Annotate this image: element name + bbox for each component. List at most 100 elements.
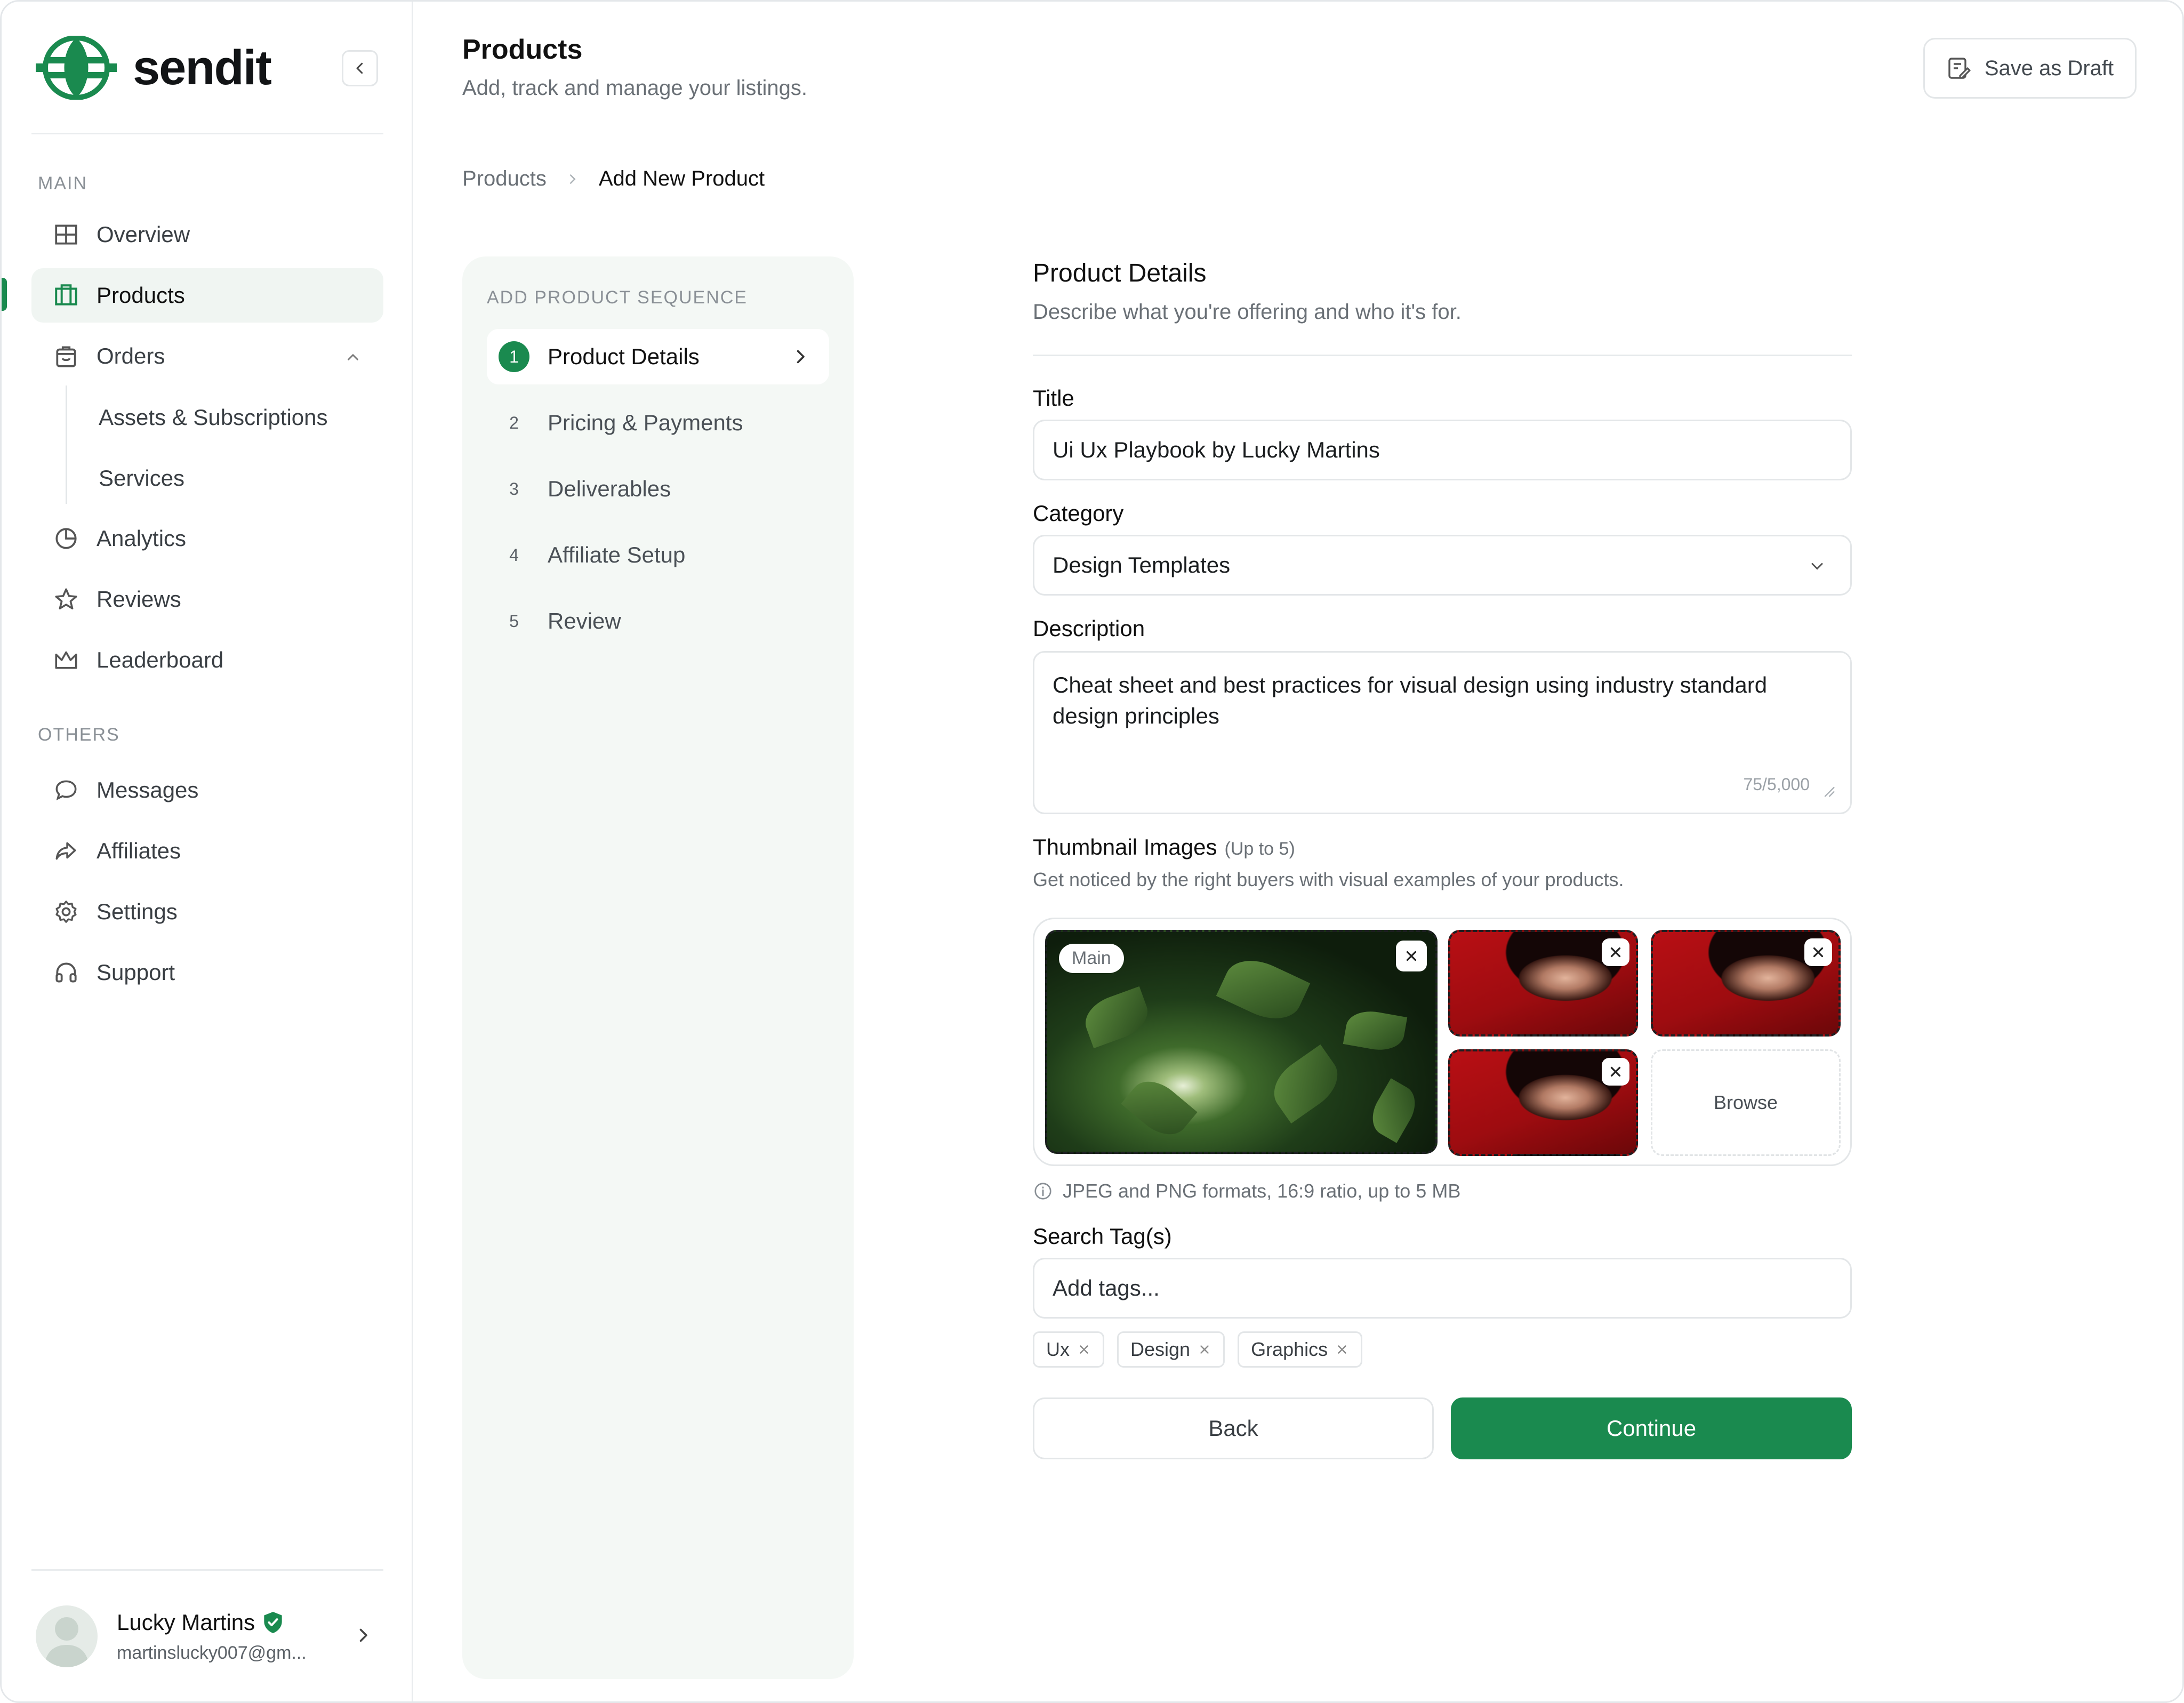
continue-button[interactable]: Continue <box>1451 1397 1852 1459</box>
sidebar-item-overview[interactable]: Overview <box>31 207 383 262</box>
remove-image-button[interactable] <box>1602 1058 1629 1086</box>
step-label: Review <box>548 608 621 633</box>
step-label: Product Details <box>548 344 700 369</box>
user-email: martinslucky007@gm... <box>117 1642 307 1663</box>
sidebar-divider <box>31 133 383 134</box>
format-info-text: JPEG and PNG formats, 16:9 ratio, up to … <box>1063 1180 1461 1202</box>
thumbnail-main-image[interactable]: Main <box>1045 930 1438 1154</box>
close-icon[interactable] <box>1077 1343 1091 1356</box>
step-label: Deliverables <box>548 476 671 501</box>
sidebar-item-settings[interactable]: Settings <box>31 885 383 939</box>
close-icon[interactable] <box>1335 1343 1349 1356</box>
close-icon[interactable] <box>1198 1343 1211 1356</box>
thumbnail-image-4[interactable] <box>1448 1049 1638 1156</box>
sidebar-subitem-assets[interactable]: Assets & Subscriptions <box>99 405 328 430</box>
thumbnails-hint: (Up to 5) <box>1224 839 1295 859</box>
category-label: Category <box>1033 501 1124 526</box>
page-title: Products <box>462 34 583 65</box>
sidebar: sendit MAIN Overview Products Orders Ass… <box>2 2 413 1701</box>
sidebar-item-label: Affiliates <box>97 838 181 863</box>
sidebar-item-analytics[interactable]: Analytics <box>31 511 383 566</box>
tag-chip-label: Graphics <box>1251 1338 1328 1360</box>
step-label: Pricing & Payments <box>548 410 743 435</box>
collapse-sidebar-button[interactable] <box>342 50 378 86</box>
sidebar-item-label: Messages <box>97 777 199 802</box>
shopping-bag-icon <box>53 343 79 369</box>
thumbnail-image-2[interactable] <box>1448 930 1638 1037</box>
sidebar-item-leaderboard[interactable]: Leaderboard <box>31 633 383 687</box>
step-review[interactable]: 5 Review <box>487 593 829 649</box>
section-label-others: OTHERS <box>38 725 120 745</box>
close-icon <box>1406 951 1417 961</box>
sidebar-item-label: Overview <box>97 222 190 247</box>
close-icon <box>1813 947 1824 958</box>
tag-chip[interactable]: Ux <box>1033 1331 1104 1368</box>
title-label: Title <box>1033 385 1074 411</box>
form-heading: Product Details <box>1033 259 1207 287</box>
sidebar-item-orders[interactable]: Orders <box>31 329 383 383</box>
sidebar-item-messages[interactable]: Messages <box>31 763 383 817</box>
back-button[interactable]: Back <box>1033 1397 1434 1459</box>
brand-name: sendit <box>133 40 272 95</box>
title-input[interactable]: Ui Ux Playbook by Lucky Martins <box>1033 420 1852 480</box>
sidebar-subitem-services[interactable]: Services <box>99 465 184 491</box>
step-number: 2 <box>509 413 519 432</box>
character-counter: 75/5,000 <box>1743 775 1810 794</box>
chevron-left-icon <box>356 62 363 74</box>
step-affiliate-setup[interactable]: 4 Affiliate Setup <box>487 527 829 583</box>
chevron-right-icon <box>797 350 805 364</box>
headphones-icon <box>53 959 79 986</box>
verified-shield-icon <box>264 1611 282 1633</box>
step-label: Affiliate Setup <box>548 542 686 567</box>
form-divider <box>1033 355 1852 356</box>
remove-image-button[interactable] <box>1804 938 1832 966</box>
sidebar-item-label: Reviews <box>97 587 181 612</box>
tag-chips: Ux Design Graphics <box>1033 1331 1363 1368</box>
star-icon <box>53 586 79 613</box>
sidebar-item-label: Orders <box>97 343 165 368</box>
tag-chip[interactable]: Design <box>1117 1331 1225 1368</box>
category-value: Design Templates <box>1053 552 1231 577</box>
sidebar-item-affiliates[interactable]: Affiliates <box>31 824 383 878</box>
page-subtitle: Add, track and manage your listings. <box>462 76 808 100</box>
user-name: Lucky Martins <box>117 1609 255 1635</box>
thumbnails-description: Get noticed by the right buyers with vis… <box>1033 869 1624 890</box>
user-profile[interactable]: Lucky Martins martinslucky007@gm... <box>36 1604 382 1668</box>
step-number: 5 <box>509 611 519 631</box>
sidebar-divider <box>31 1569 383 1571</box>
step-pricing-payments[interactable]: 2 Pricing & Payments <box>487 395 829 451</box>
submenu-line <box>66 385 67 504</box>
step-number: 3 <box>509 479 519 499</box>
remove-image-button[interactable] <box>1396 941 1427 971</box>
chevron-right-icon[interactable] <box>354 1626 373 1645</box>
breadcrumb-current: Add New Product <box>598 167 765 190</box>
sidebar-item-support[interactable]: Support <box>31 945 383 1000</box>
browse-images-button[interactable]: Browse <box>1651 1049 1841 1156</box>
tag-chip-label: Design <box>1130 1338 1191 1360</box>
chevron-right-icon <box>569 174 576 184</box>
avatar <box>36 1605 98 1667</box>
box-icon <box>53 282 79 309</box>
gear-icon <box>53 898 79 925</box>
sidebar-item-reviews[interactable]: Reviews <box>31 572 383 626</box>
brand-logo[interactable]: sendit <box>36 36 272 100</box>
save-as-draft-button[interactable]: Save as Draft <box>1923 38 2137 99</box>
tag-chip[interactable]: Graphics <box>1238 1331 1363 1368</box>
breadcrumb-products[interactable]: Products <box>462 167 547 191</box>
sidebar-item-label: Products <box>97 283 185 308</box>
sidebar-item-label: Settings <box>97 899 178 924</box>
sidebar-item-products[interactable]: Products <box>31 268 383 323</box>
step-deliverables[interactable]: 3 Deliverables <box>487 461 829 517</box>
remove-image-button[interactable] <box>1602 938 1629 966</box>
resize-handle-icon[interactable] <box>1821 784 1836 799</box>
tag-chip-label: Ux <box>1046 1338 1070 1360</box>
tags-input[interactable]: Add tags... <box>1033 1258 1852 1319</box>
thumbnail-gallery: Main Browse <box>1033 918 1852 1166</box>
category-select[interactable]: Design Templates <box>1033 535 1852 596</box>
thumbnail-image-3[interactable] <box>1651 930 1841 1037</box>
share-arrow-icon <box>53 838 79 864</box>
step-number: 4 <box>509 545 519 565</box>
edit-document-icon <box>1948 58 1971 79</box>
step-product-details[interactable]: 1 Product Details <box>487 329 829 384</box>
description-textarea[interactable]: Cheat sheet and best practices for visua… <box>1033 651 1852 814</box>
